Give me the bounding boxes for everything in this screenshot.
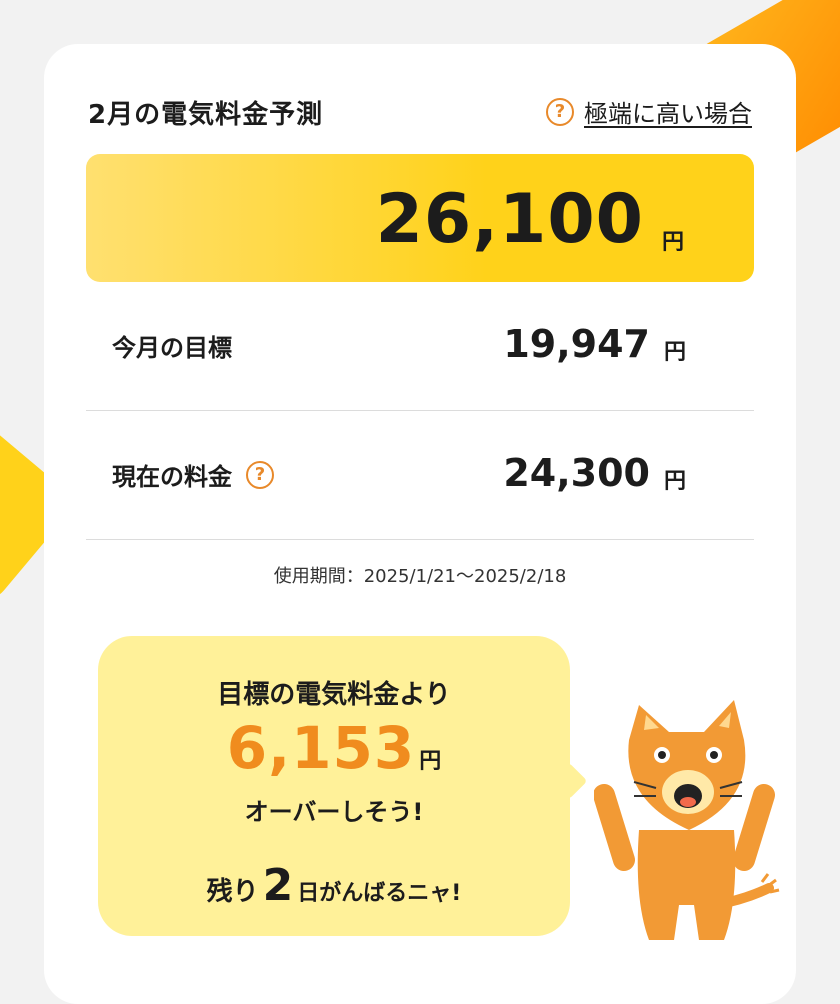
current-amount: 24,300 [503,451,650,495]
card-header: 2月の電気料金予測 ? 極端に高い場合 [88,94,752,134]
remaining-days: 2 [262,860,294,911]
message-line3: 残り2 日がんばるニャ! [98,860,570,911]
current-label: 現在の料金 ? [112,457,274,492]
over-amount: 6,153 [226,714,416,782]
over-amount-line: 6,153 円 [98,714,570,782]
page-title: 2月の電気料金予測 [88,100,324,130]
remaining-prefix: 残り [206,877,259,907]
forecast-unit: 円 [661,230,684,255]
question-circle-icon: ? [546,97,574,126]
usage-period: 使用期間：2025/1/21〜2025/2/18 [273,566,567,587]
extreme-high-help-text: 極端に高い場合 [584,100,752,128]
question-circle-icon[interactable]: ? [246,460,274,489]
current-charge-row: 現在の料金 ? 24,300 円 [86,411,754,540]
message-line2: オーバーしそう! [244,798,424,826]
forecast-card: 2月の電気料金予測 ? 極端に高い場合 26,100 円 今月の目標 19,94… [44,44,796,1004]
target-amount: 19,947 [503,322,650,366]
target-label-text: 今月の目標 [112,334,232,362]
speech-bubble: 目標の電気料金より 6,153 円 オーバーしそう! 残り2 日がんばるニャ! [98,636,570,936]
current-label-text: 現在の料金 [112,463,232,491]
forecast-amount-box: 26,100 円 [86,154,754,282]
message-line1: 目標の電気料金より [217,680,451,710]
target-row: 今月の目標 19,947 円 [86,282,754,411]
forecast-amount: 26,100 [375,180,644,259]
cat-mascot-icon [594,700,780,940]
remaining-days-text: 日がんばるニャ! [297,881,462,906]
extreme-high-help-link[interactable]: ? 極端に高い場合 [546,94,752,129]
over-unit: 円 [419,749,442,774]
current-unit: 円 [663,469,686,494]
target-unit: 円 [663,340,686,365]
target-label: 今月の目標 [112,328,232,363]
